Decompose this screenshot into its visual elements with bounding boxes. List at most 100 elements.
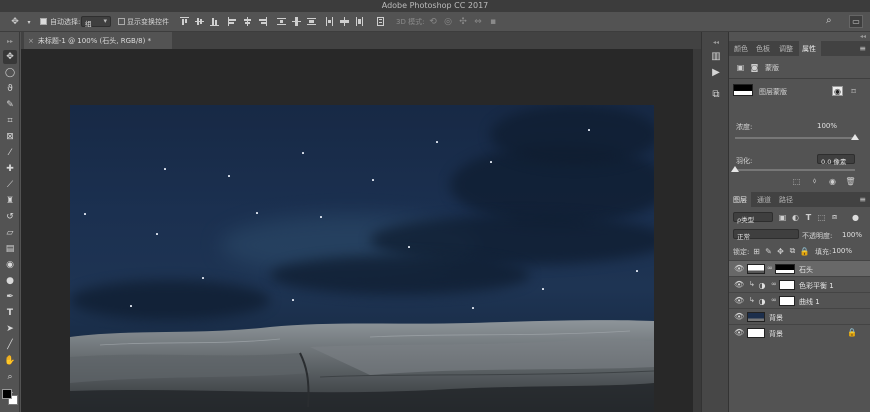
type-tool-icon[interactable]: T (3, 306, 17, 320)
density-slider[interactable] (735, 134, 859, 140)
lock-all-icon[interactable]: 🔒 (799, 246, 810, 256)
workspace-switcher-icon[interactable]: ▭ (849, 15, 863, 28)
dodge-tool-icon[interactable]: ● (3, 274, 17, 288)
dock-expand-icon[interactable]: ◂◂ (709, 35, 723, 49)
distribute-vcenter-icon[interactable] (292, 17, 301, 26)
pen-tool-icon[interactable]: ✒ (3, 290, 17, 304)
filter-adjustment-icon[interactable]: ◐ (790, 212, 801, 222)
layer-mask-thumbnail[interactable] (779, 296, 795, 306)
load-selection-icon[interactable]: ⬚ (791, 176, 802, 186)
fill-value[interactable]: 100% (832, 247, 852, 255)
hand-tool-icon[interactable]: ✋ (3, 354, 17, 368)
canvas-scrollbar[interactable] (693, 49, 701, 412)
feather-slider-knob[interactable] (731, 166, 739, 172)
layer-lock-icon[interactable]: 🔒 (847, 328, 857, 337)
move-tool-icon[interactable]: ✥ (8, 15, 22, 29)
distribute-left-icon[interactable] (325, 17, 334, 26)
tab-channels[interactable]: 通道 (757, 195, 771, 205)
3d-slide-icon[interactable]: ⇔ (471, 15, 485, 29)
foreground-color-swatch[interactable] (2, 389, 12, 399)
layer-row-curves[interactable]: 👁 ↳ ◑ ∞ 曲线 1 (729, 292, 870, 308)
select-mask-icon[interactable]: ◉ (832, 86, 843, 96)
visibility-eye-icon[interactable]: 👁 (734, 312, 744, 321)
panel-menu-icon[interactable]: ≡ (859, 44, 866, 53)
align-vcenter-icon[interactable] (195, 17, 204, 26)
tab-swatches[interactable]: 色板 (756, 44, 770, 54)
history-brush-icon[interactable]: ↺ (3, 210, 17, 224)
history-panel-icon[interactable]: ▥ (709, 49, 723, 63)
lock-position-icon[interactable]: ✥ (775, 246, 786, 256)
3d-pan-icon[interactable]: ✣ (456, 15, 470, 29)
panel-collapse-icon[interactable]: ◂◂ (860, 33, 866, 40)
color-swatches[interactable] (1, 388, 19, 406)
pixel-mask-icon[interactable]: ▣ (735, 62, 746, 72)
elliptical-marquee-icon[interactable]: ◯ (3, 66, 17, 80)
distribute-hcenter-icon[interactable] (340, 17, 349, 26)
auto-select-checkbox[interactable] (40, 18, 47, 25)
feather-slider[interactable] (731, 166, 855, 172)
3d-orbit-icon[interactable]: ⟲ (426, 15, 440, 29)
mask-link-icon[interactable]: ∞ (767, 264, 773, 272)
lock-artboard-icon[interactable]: ⧉ (787, 246, 798, 256)
opacity-value[interactable]: 100% (842, 231, 862, 239)
gradient-tool-icon[interactable]: ▤ (3, 242, 17, 256)
brush-tool-icon[interactable]: ⟋ (3, 178, 17, 192)
distribute-top-icon[interactable] (277, 17, 286, 26)
healing-brush-icon[interactable]: ✚ (3, 162, 17, 176)
character-panel-icon[interactable]: ⧉ (709, 87, 723, 101)
visibility-eye-icon[interactable]: 👁 (734, 328, 744, 337)
layers-menu-icon[interactable]: ≡ (859, 195, 866, 204)
tool-preset-dropdown-icon[interactable]: ▾ (22, 15, 36, 29)
vector-mask-icon[interactable]: ◙ (749, 62, 760, 72)
transform-controls-checkbox[interactable] (118, 18, 125, 25)
tab-properties[interactable]: 属性 (802, 44, 816, 54)
close-document-icon[interactable]: × (28, 37, 34, 45)
lock-transparent-icon[interactable]: ⊞ (751, 246, 762, 256)
filter-pixel-icon[interactable]: ▣ (777, 212, 788, 222)
layer-row-background[interactable]: 👁 背景 🔒 (729, 324, 870, 340)
path-selection-icon[interactable]: ➤ (3, 322, 17, 336)
search-icon[interactable]: ⌕ (826, 15, 832, 26)
lasso-icon[interactable]: ϑ (3, 82, 17, 96)
layer-mask-thumbnail[interactable] (779, 280, 795, 290)
align-left-icon[interactable] (228, 17, 237, 26)
line-tool-icon[interactable]: ╱ (3, 338, 17, 352)
align-bottom-icon[interactable] (210, 17, 219, 26)
quick-selection-icon[interactable]: ✎ (3, 98, 17, 112)
visibility-eye-icon[interactable]: 👁 (734, 296, 744, 305)
clone-stamp-icon[interactable]: ♜ (3, 194, 17, 208)
density-value[interactable]: 100% (817, 122, 837, 130)
layer-row-stone[interactable]: 👁 ∞ 石头 (729, 260, 870, 276)
zoom-tool-icon[interactable]: ⌕ (3, 370, 17, 384)
lock-pixels-icon[interactable]: ✎ (763, 246, 774, 256)
layer-row-sky[interactable]: 👁 背景 (729, 308, 870, 324)
density-slider-knob[interactable] (851, 134, 859, 140)
mask-link-icon[interactable]: ∞ (771, 280, 777, 288)
filter-type-icon[interactable]: T (803, 212, 814, 222)
document-tab[interactable]: × 未标题-1 @ 100% (石头, RGB/8) * (24, 32, 172, 49)
layer-mask-thumbnail[interactable] (775, 264, 795, 274)
blur-tool-icon[interactable]: ◉ (3, 258, 17, 272)
tab-adjustments[interactable]: 调整 (779, 44, 793, 54)
distribute-bottom-icon[interactable] (307, 17, 316, 26)
visibility-eye-icon[interactable]: 👁 (734, 280, 744, 289)
3d-scale-icon[interactable]: ▪ (486, 15, 500, 29)
eraser-icon[interactable]: ▱ (3, 226, 17, 240)
align-right-icon[interactable] (258, 17, 267, 26)
toggle-mask-icon[interactable]: ◉ (827, 176, 838, 186)
tab-layers[interactable]: 图层 (733, 195, 747, 205)
filter-shape-icon[interactable]: ⬚ (816, 212, 827, 222)
align-top-icon[interactable] (180, 17, 189, 26)
layer-row-color-balance[interactable]: 👁 ↳ ◑ ∞ 色彩平衡 1 (729, 276, 870, 292)
move-tool-icon[interactable]: ✥ (3, 50, 17, 64)
visibility-eye-icon[interactable]: 👁 (734, 264, 744, 273)
tab-color[interactable]: 颜色 (734, 44, 748, 54)
distribute-right-icon[interactable] (355, 17, 364, 26)
mask-link-icon[interactable]: ∞ (771, 296, 777, 304)
auto-align-icon[interactable] (376, 17, 385, 26)
feather-value[interactable]: 0.0 像素 (817, 154, 855, 166)
apply-mask-icon[interactable]: ⬨ (809, 176, 820, 186)
frame-tool-icon[interactable]: ⊠ (3, 130, 17, 144)
vector-mask-add-icon[interactable]: ⌑ (848, 86, 859, 96)
tab-paths[interactable]: 路径 (779, 195, 793, 205)
